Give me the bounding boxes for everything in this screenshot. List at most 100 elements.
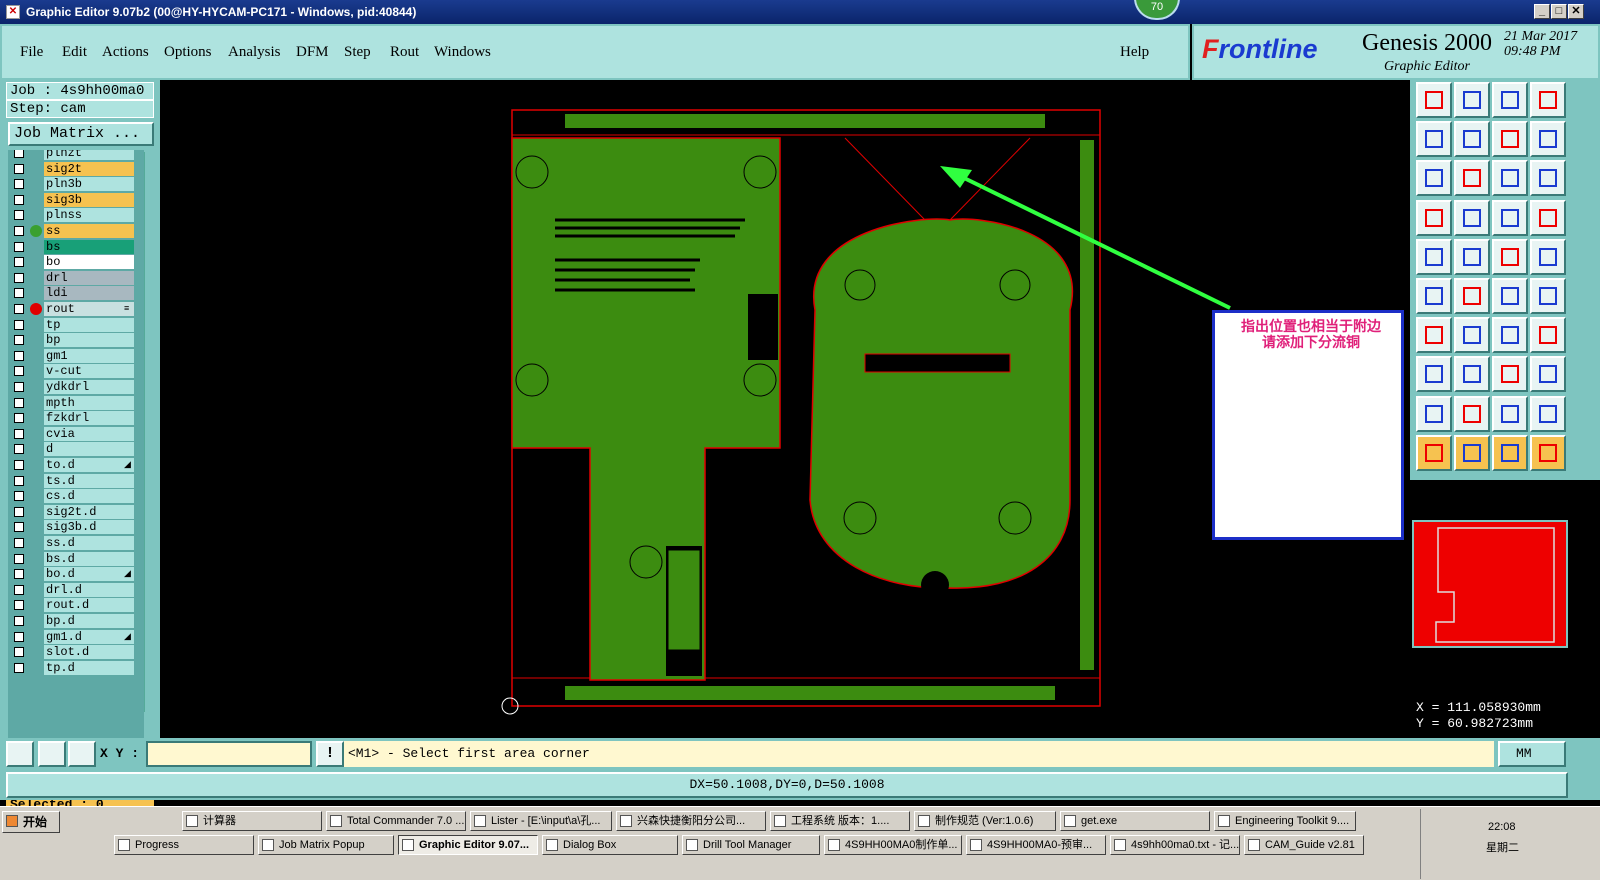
pointer2-icon[interactable] [1454, 434, 1490, 471]
layer-row[interactable]: sig3b [8, 192, 144, 207]
layer-row[interactable]: slot.d [8, 645, 144, 660]
layer-row[interactable]: bo.d ◢ [8, 567, 144, 582]
taskbar-button[interactable]: Drill Tool Manager [682, 835, 820, 855]
layer-row[interactable]: bs [8, 239, 144, 254]
layer-checkbox[interactable] [14, 491, 24, 502]
layer-row[interactable]: bp [8, 333, 144, 348]
layer-checkbox[interactable] [14, 179, 24, 190]
layer-row[interactable]: d [8, 442, 144, 457]
menu-options[interactable]: Options [164, 44, 212, 61]
snap-s-icon[interactable] [1530, 121, 1566, 158]
point-icon[interactable] [1492, 278, 1528, 314]
ruler-icon[interactable] [1492, 238, 1528, 275]
minimize-button[interactable]: _ [1534, 4, 1550, 19]
layer-checkbox[interactable] [14, 210, 24, 221]
save-as-icon[interactable] [1454, 82, 1490, 118]
layer-checkbox[interactable] [14, 584, 24, 595]
unit-select[interactable]: MM [1498, 741, 1566, 767]
bbox-icon[interactable] [1416, 356, 1452, 393]
taskbar-button[interactable]: 制作规范 (Ver:1.0.6) [914, 811, 1056, 831]
layer-checkbox[interactable] [14, 319, 24, 330]
taskbar-button[interactable]: 计算器 [182, 811, 322, 831]
job-matrix-button[interactable]: Job Matrix ... [8, 122, 154, 146]
layer-checkbox[interactable] [14, 226, 24, 236]
layer-row[interactable]: plnzt [8, 150, 144, 160]
menu-rout[interactable]: Rout [390, 44, 419, 61]
minus-icon[interactable] [1454, 356, 1490, 393]
layer-row[interactable]: to.d ◢ [8, 458, 144, 472]
line2-icon[interactable] [1454, 317, 1490, 354]
pan-left-icon[interactable] [1416, 121, 1452, 158]
drill-icon[interactable] [1416, 238, 1452, 275]
window-icon[interactable] [1530, 82, 1566, 118]
layer-row[interactable]: tp.d [8, 660, 144, 675]
layer-list[interactable]: plnzt sig2t pln3b sig3b plnss ss bs bo drl ldi rou… [8, 150, 144, 790]
triangle2-icon[interactable] [1454, 395, 1490, 432]
taskbar-button[interactable]: Job Matrix Popup [258, 835, 394, 855]
layer-checkbox[interactable] [14, 163, 24, 174]
taskbar-button[interactable]: Total Commander 7.0 ... [326, 811, 466, 831]
layer-checkbox[interactable] [14, 506, 24, 517]
taskbar-button[interactable]: Lister - [E:\input\a\孔... [470, 811, 612, 831]
layer-checkbox[interactable] [14, 304, 24, 314]
layer-row[interactable]: plnss [8, 208, 144, 223]
layer-row[interactable]: gm1 [8, 348, 144, 363]
menu-file[interactable]: File [20, 44, 43, 61]
menu-edit[interactable]: Edit [62, 44, 87, 61]
layer-checkbox[interactable] [14, 241, 24, 252]
layer-checkbox[interactable] [14, 616, 24, 626]
layer-checkbox[interactable] [14, 475, 24, 486]
taskbar-button[interactable]: Engineering Toolkit 9.... [1214, 811, 1356, 831]
layer-checkbox[interactable] [14, 413, 24, 424]
blue-icon[interactable] [1530, 356, 1566, 393]
layer-checkbox[interactable] [14, 366, 24, 377]
layer-row[interactable]: ts.d [8, 473, 144, 488]
layer-scrollbar[interactable] [144, 152, 154, 712]
triangle-icon[interactable] [1416, 395, 1452, 432]
taskbar-button[interactable]: CAM_Guide v2.81 [1244, 835, 1364, 855]
layer-row[interactable]: mpth [8, 395, 144, 410]
line-icon[interactable] [1416, 317, 1452, 354]
pointer3-icon[interactable] [1492, 434, 1528, 471]
menu-actions[interactable]: Actions [102, 44, 149, 61]
cross-icon[interactable] [1454, 278, 1490, 314]
taskbar-button[interactable]: 兴森快捷衡阳分公司... [616, 811, 766, 831]
close-button[interactable]: ✕ [1568, 4, 1584, 19]
flip-icon[interactable] [1492, 121, 1528, 158]
overview-map[interactable] [1412, 520, 1568, 648]
layer-row[interactable]: sig2t.d [8, 504, 144, 519]
layer-row[interactable]: drl [8, 270, 144, 285]
taskbar-button[interactable]: 工程系统 版本：1.... [770, 811, 910, 831]
link-icon[interactable] [1530, 434, 1566, 471]
layer-row[interactable]: ss [8, 224, 144, 238]
layer-checkbox[interactable] [14, 350, 24, 361]
menu-analysis[interactable]: Analysis [228, 44, 281, 61]
layer-checkbox[interactable] [14, 600, 24, 611]
arc-icon[interactable] [1492, 317, 1528, 354]
taskbar-button[interactable]: 4S9HH00MA0制作单... [824, 835, 962, 855]
layer-checkbox[interactable] [14, 335, 24, 346]
layer-row[interactable]: pln3b [8, 177, 144, 192]
menu-step[interactable]: Step [344, 44, 371, 61]
layer-checkbox[interactable] [14, 569, 24, 580]
layer-row[interactable]: bs.d [8, 551, 144, 566]
layer-checkbox[interactable] [14, 272, 24, 283]
layer-checkbox[interactable] [14, 428, 24, 439]
layer-row[interactable]: drl.d [8, 582, 144, 597]
layer-row[interactable]: rout.d [8, 598, 144, 613]
join-icon[interactable] [1492, 356, 1528, 393]
layer-checkbox[interactable] [14, 257, 24, 268]
layer-row[interactable]: ss.d [8, 536, 144, 550]
alert-icon[interactable]: ! [316, 741, 344, 767]
layer-row[interactable]: ydkdrl [8, 380, 144, 394]
layer-checkbox[interactable] [14, 553, 24, 564]
pad-icon[interactable] [1530, 238, 1566, 275]
pan-right-icon[interactable] [1454, 121, 1490, 158]
home-icon[interactable] [1492, 82, 1528, 118]
save-icon[interactable] [1416, 82, 1452, 118]
taskbar-button[interactable]: Progress [114, 835, 254, 855]
layer-row[interactable]: bo [8, 255, 144, 270]
layer-row[interactable]: fzkdrl [8, 411, 144, 426]
vector-icon[interactable] [1454, 238, 1490, 275]
layers-red2-icon[interactable] [1530, 199, 1566, 236]
